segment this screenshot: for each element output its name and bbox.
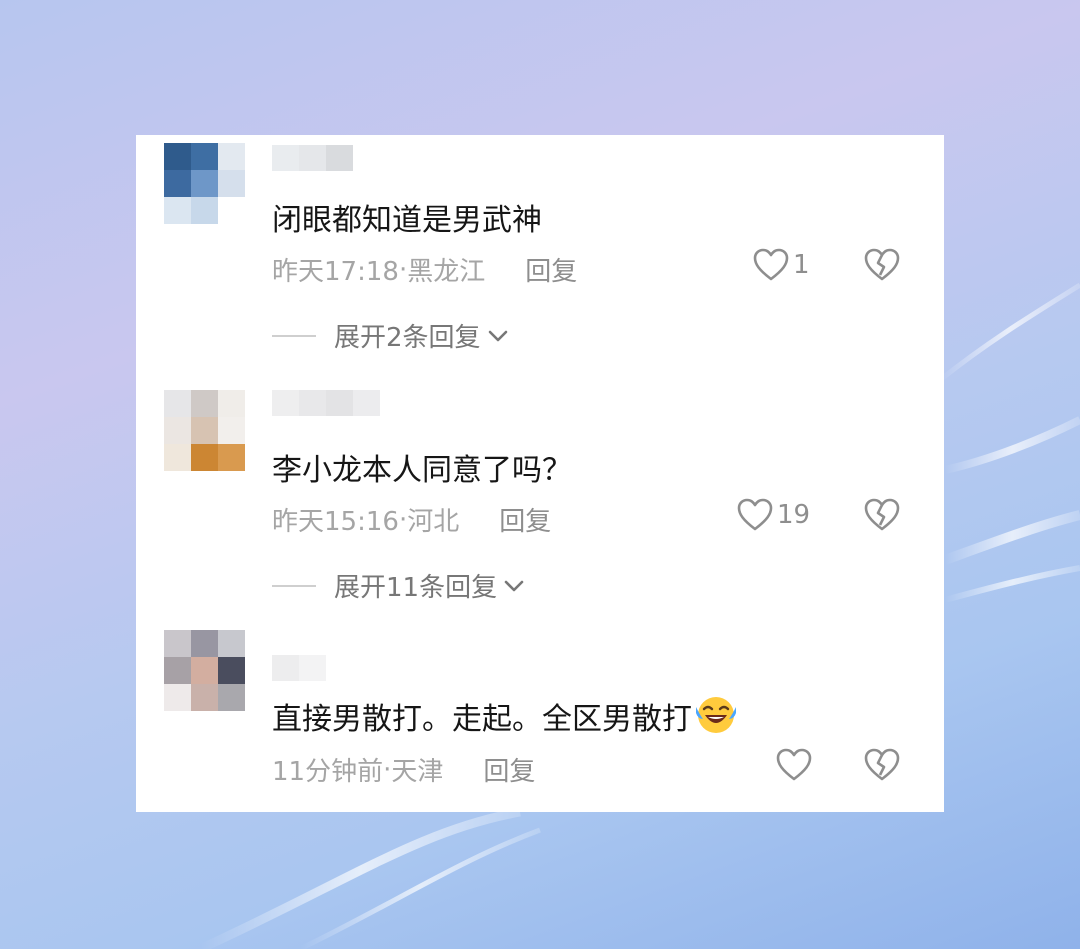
comment-time: 11分钟前 <box>272 757 384 787</box>
meta-separator: · <box>398 504 408 535</box>
heart-outline-icon <box>753 248 789 281</box>
avatar[interactable] <box>164 630 245 722</box>
reply-button[interactable]: 回复 <box>525 251 577 288</box>
broken-heart-icon[interactable] <box>864 498 900 532</box>
comment-text-body: 直接男散打。走起。全区男散打 <box>272 702 692 737</box>
like-button[interactable]: 19 <box>737 498 810 532</box>
laughing-tears-emoji <box>696 697 736 733</box>
broken-heart-icon[interactable] <box>864 248 900 282</box>
comment-meta: 昨天15:16 · 河北 回复 <box>272 501 551 538</box>
comment-location: 天津 <box>391 757 444 787</box>
reply-button[interactable]: 回复 <box>499 501 551 538</box>
comment-card: 闭眼都知道是男武神 昨天17:18 · 黑龙江 回复 1 展开2条回复 李小龙本… <box>136 135 944 812</box>
comment-text: 李小龙本人同意了吗？ <box>272 453 572 488</box>
like-button[interactable]: 1 <box>753 248 810 282</box>
comment-time: 昨天15:16 <box>272 507 399 537</box>
username-blurred[interactable] <box>272 145 353 171</box>
expand-replies-button[interactable]: 展开11条回复 <box>272 567 525 604</box>
heart-outline-icon <box>737 498 773 531</box>
expand-replies-button[interactable]: 展开2条回复 <box>272 317 509 354</box>
username-blurred[interactable] <box>272 655 326 681</box>
comment-meta: 昨天17:18 · 黑龙江 回复 <box>272 251 577 288</box>
expand-label: 展开2条回复 <box>334 323 481 353</box>
meta-separator: · <box>383 754 392 785</box>
reply-button[interactable]: 回复 <box>483 751 535 788</box>
avatar[interactable] <box>164 143 245 235</box>
chevron-down-icon <box>488 330 507 341</box>
comment-text: 直接男散打。走起。全区男散打 <box>272 693 738 738</box>
comment-text: 闭眼都知道是男武神 <box>272 203 542 238</box>
divider-line <box>272 584 316 587</box>
heart-outline-icon <box>776 748 812 781</box>
comment-meta: 11分钟前 · 天津 回复 <box>272 751 535 788</box>
divider-line <box>272 334 316 337</box>
chevron-down-icon <box>504 580 524 591</box>
like-count: 19 <box>777 500 811 530</box>
username-blurred[interactable] <box>272 390 380 416</box>
meta-separator: · <box>398 254 408 285</box>
comment-location: 黑龙江 <box>407 257 486 287</box>
expand-label: 展开11条回复 <box>334 573 498 603</box>
broken-heart-icon[interactable] <box>864 748 900 782</box>
like-count: 1 <box>793 250 810 280</box>
comment-location: 河北 <box>407 507 460 537</box>
like-button[interactable] <box>776 748 816 782</box>
comment-time: 昨天17:18 <box>272 257 399 287</box>
avatar[interactable] <box>164 390 245 482</box>
